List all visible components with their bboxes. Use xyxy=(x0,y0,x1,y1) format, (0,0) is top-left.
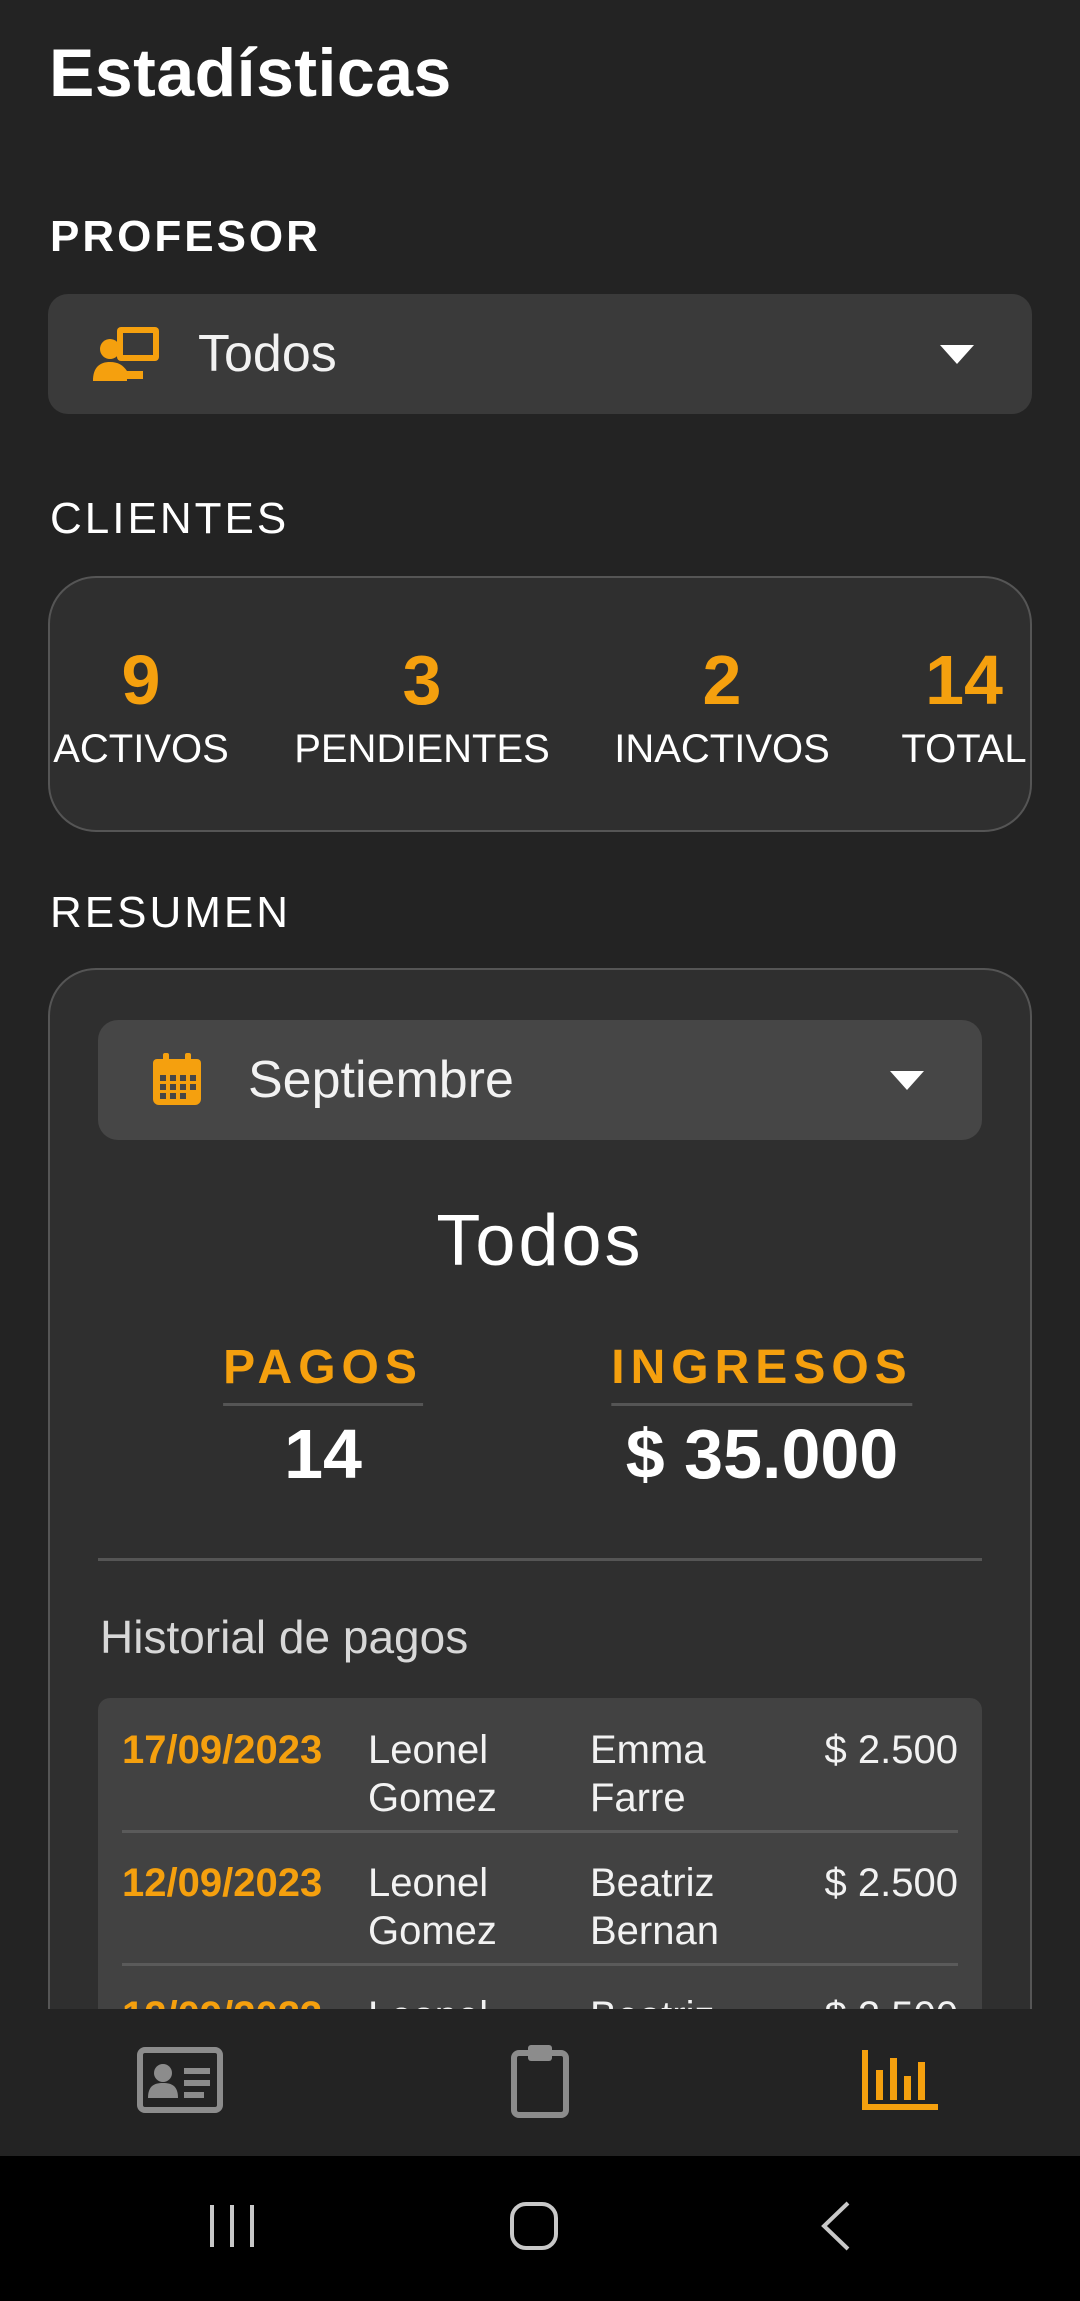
clients-stats-card: 9 ACTIVOS 3 PENDIENTES 2 INACTIVOS 14 TO… xyxy=(48,576,1032,832)
payments-metric: PAGOS 14 xyxy=(223,1340,423,1494)
summary-section-label: RESUMEN xyxy=(50,888,292,937)
stat-label: ACTIVOS xyxy=(53,727,229,771)
chevron-down-icon xyxy=(940,345,974,364)
recent-apps-button[interactable] xyxy=(152,2156,312,2301)
recent-apps-icon xyxy=(208,2203,256,2254)
income-value: $ 35.000 xyxy=(625,1415,899,1493)
summary-card: Septiembre Todos PAGOS 14 INGRESOS $ 35.… xyxy=(48,968,1032,2098)
teacher-board-icon xyxy=(92,324,162,384)
summary-title: Todos xyxy=(436,1201,644,1281)
payments-value: 14 xyxy=(284,1415,362,1493)
payment-teacher: Leonel Gomez xyxy=(368,1861,497,1953)
payment-client: Emma Farre xyxy=(590,1728,706,1820)
bar-chart-icon xyxy=(860,2048,940,2117)
back-arrow-icon xyxy=(818,2200,854,2257)
calendar-icon xyxy=(142,1050,212,1110)
teacher-select[interactable]: Todos xyxy=(48,294,1032,414)
payment-date: 12/09/2023 xyxy=(122,1861,323,1905)
stat-label: TOTAL xyxy=(901,727,1027,771)
payment-history-title: Historial de pagos xyxy=(100,1611,469,1663)
table-row[interactable]: 12/09/2023 Leonel Gomez Beatriz Bernan $… xyxy=(122,1831,958,1966)
stat-value: 14 xyxy=(925,641,1003,719)
bottom-navigation xyxy=(0,2009,1080,2156)
teacher-select-value: Todos xyxy=(198,325,337,383)
teacher-section-label: PROFESOR xyxy=(50,212,321,261)
stat-total: 14 TOTAL xyxy=(901,640,1026,774)
stat-value: 2 xyxy=(702,641,742,719)
stat-pending: 3 PENDIENTES xyxy=(294,640,550,774)
stat-value: 3 xyxy=(402,641,442,719)
stat-inactive: 2 INACTIVOS xyxy=(614,640,830,774)
clients-section-label: CLIENTES xyxy=(50,494,290,543)
divider xyxy=(98,1558,982,1561)
page-title: Estadísticas xyxy=(49,35,452,111)
stat-value: 9 xyxy=(121,641,161,719)
home-button[interactable] xyxy=(454,2156,614,2301)
income-label: INGRESOS xyxy=(611,1340,913,1406)
stat-label: INACTIVOS xyxy=(614,727,830,771)
month-select-value: Septiembre xyxy=(248,1051,514,1109)
id-card-icon xyxy=(136,2046,224,2119)
nav-tasks-button[interactable] xyxy=(440,2009,640,2156)
payment-client: Beatriz Bernan xyxy=(590,1861,719,1953)
system-navigation-bar xyxy=(0,2156,1080,2301)
nav-clients-button[interactable] xyxy=(80,2009,280,2156)
table-row[interactable]: 17/09/2023 Leonel Gomez Emma Farre $ 2.5… xyxy=(122,1698,958,1833)
payment-date: 17/09/2023 xyxy=(122,1728,323,1772)
back-button[interactable] xyxy=(756,2156,916,2301)
payment-amount: $ 2.500 xyxy=(824,1728,958,1772)
payment-teacher: Leonel Gomez xyxy=(368,1728,497,1820)
income-metric: INGRESOS $ 35.000 xyxy=(611,1340,913,1494)
clipboard-icon xyxy=(510,2041,570,2124)
nav-stats-button[interactable] xyxy=(800,2009,1000,2156)
chevron-down-icon xyxy=(890,1071,924,1090)
payment-amount: $ 2.500 xyxy=(824,1861,958,1905)
home-icon xyxy=(509,2201,559,2256)
month-select[interactable]: Septiembre xyxy=(98,1020,982,1140)
payments-label: PAGOS xyxy=(223,1340,423,1406)
stat-active: 9 ACTIVOS xyxy=(53,640,229,774)
stat-label: PENDIENTES xyxy=(294,727,550,771)
